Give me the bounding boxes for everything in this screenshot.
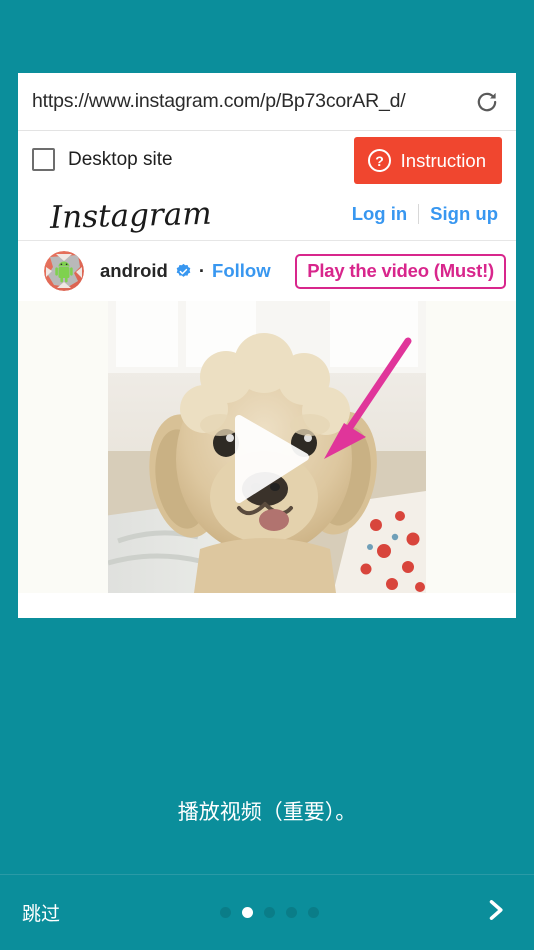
play-video-callout: Play the video (Must!) — [295, 254, 506, 289]
browser-options-row: Desktop site ? Instruction — [18, 131, 516, 188]
page-dot-3[interactable] — [263, 907, 275, 918]
browser-card: https://www.instagram.com/p/Bp73corAR_d/… — [18, 73, 516, 618]
url-input[interactable]: https://www.instagram.com/p/Bp73corAR_d/ — [32, 90, 464, 113]
chevron-right-icon — [481, 896, 509, 929]
url-bar: https://www.instagram.com/p/Bp73corAR_d/ — [18, 73, 516, 131]
tutorial-overlay: https://www.instagram.com/p/Bp73corAR_d/… — [0, 0, 534, 950]
login-link[interactable]: Log in — [352, 203, 407, 225]
checkbox-box[interactable] — [32, 148, 55, 171]
page-dot-2[interactable] — [241, 907, 253, 918]
skip-button[interactable]: 跳过 — [22, 899, 60, 926]
verified-badge-icon — [175, 263, 192, 280]
page-dot-1[interactable] — [219, 907, 231, 918]
post-video-thumbnail[interactable] — [108, 301, 426, 593]
instagram-page: Instagram Log in Sign up android · Follo… — [18, 188, 516, 593]
signup-link[interactable]: Sign up — [430, 203, 498, 225]
auth-divider — [418, 204, 420, 224]
desktop-site-label: Desktop site — [68, 148, 173, 170]
post-meta: android · Follow — [100, 260, 271, 282]
instagram-navbar: Instagram Log in Sign up — [18, 188, 516, 241]
play-triangle-icon[interactable] — [219, 411, 315, 507]
instagram-post-header: android · Follow Play the video (Must!) — [18, 241, 516, 301]
page-indicator-dots — [60, 907, 478, 918]
follow-link[interactable]: Follow — [212, 260, 271, 282]
tutorial-bottom-bar: 跳过 — [0, 874, 534, 950]
help-circle-icon: ? — [367, 148, 392, 173]
next-button[interactable] — [478, 896, 512, 930]
svg-text:?: ? — [375, 153, 384, 169]
instagram-auth-links: Log in Sign up — [352, 203, 498, 225]
tutorial-caption: 播放视频（重要）。 — [177, 800, 357, 824]
instruction-button-label: Instruction — [400, 149, 486, 171]
android-avatar-icon[interactable] — [44, 251, 84, 291]
meta-separator: · — [198, 260, 206, 281]
page-dot-5[interactable] — [307, 907, 319, 918]
page-dot-4[interactable] — [285, 907, 297, 918]
desktop-site-checkbox[interactable]: Desktop site — [32, 148, 173, 171]
post-username[interactable]: android — [100, 260, 168, 282]
instruction-button[interactable]: ? Instruction — [353, 137, 502, 184]
instagram-media-area — [18, 301, 516, 593]
instagram-logo[interactable]: Instagram — [50, 195, 352, 235]
reload-icon[interactable] — [472, 87, 502, 117]
